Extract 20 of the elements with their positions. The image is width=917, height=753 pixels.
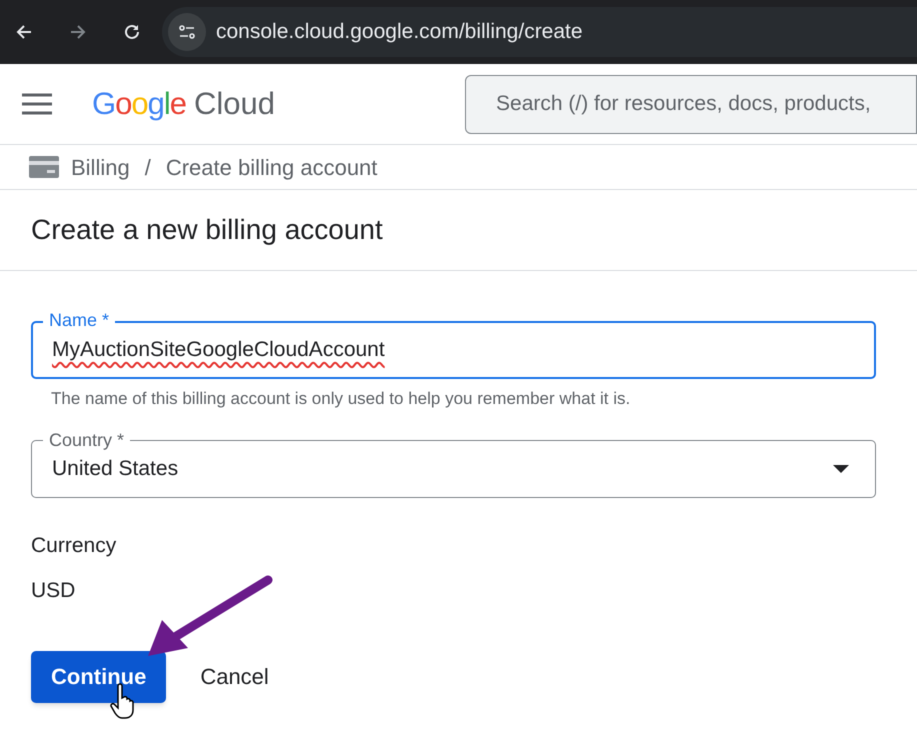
url-text: console.cloud.google.com/billing/create bbox=[216, 19, 583, 46]
search-field[interactable]: Search (/) for resources, docs, products, bbox=[465, 74, 917, 134]
field-value: MyAuctionSiteGoogleCloudAccount bbox=[52, 337, 386, 364]
reload-icon[interactable] bbox=[122, 22, 142, 42]
helper-text: The name of this billing account is only used to help you remember what it is. bbox=[51, 388, 632, 410]
breadcrumb-item: Create billing account bbox=[166, 154, 378, 182]
page-title: Create a new billing account bbox=[31, 213, 383, 247]
hand-cursor-icon bbox=[110, 683, 136, 719]
cancel-button[interactable]: Cancel bbox=[200, 650, 269, 702]
breadcrumb-separator: / bbox=[144, 154, 151, 182]
google-cloud-logo[interactable]: Google Cloud bbox=[92, 80, 276, 128]
currency-value: USD bbox=[31, 578, 76, 604]
address-bar[interactable]: console.cloud.google.com/billing/create bbox=[162, 7, 917, 57]
field-value: United States bbox=[52, 456, 180, 482]
breadcrumb-item[interactable]: Billing bbox=[71, 150, 130, 184]
continue-button[interactable]: Continue bbox=[31, 650, 166, 702]
credit-card-icon bbox=[29, 156, 59, 178]
dropdown-caret-icon bbox=[833, 464, 849, 472]
menu-icon[interactable] bbox=[22, 93, 52, 115]
currency-label: Currency bbox=[31, 532, 118, 558]
